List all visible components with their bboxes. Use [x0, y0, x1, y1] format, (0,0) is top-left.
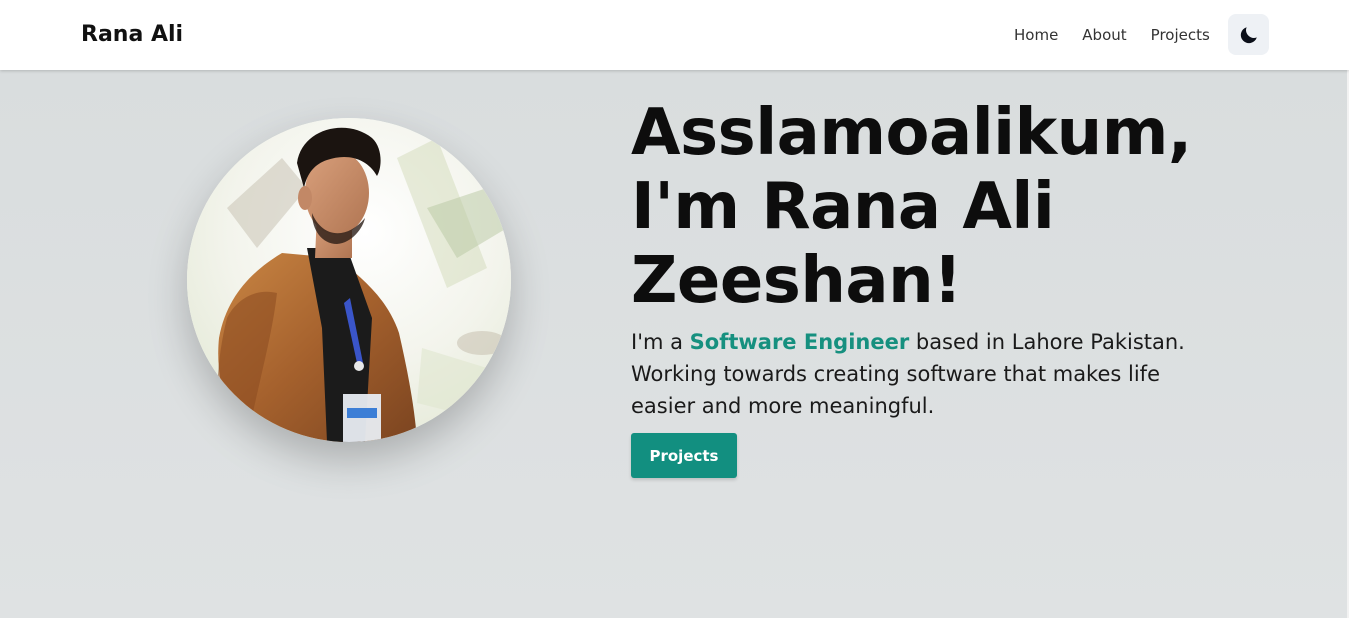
hero-intro: I'm a Software Engineer based in Lahore …	[631, 326, 1191, 422]
theme-toggle-button[interactable]	[1228, 14, 1269, 55]
hero-heading-line-3: Zeeshan!	[631, 244, 962, 318]
navbar: Rana Ali Home About Projects	[0, 0, 1349, 70]
intro-prefix: I'm a	[631, 330, 690, 354]
hero-heading-line-1: Asslamoalikum,	[631, 96, 1192, 170]
brand-logo[interactable]: Rana Ali	[81, 21, 183, 49]
nav-links: Home About Projects	[1014, 25, 1210, 45]
hero-heading-line-2: I'm Rana Ali	[631, 170, 1055, 244]
intro-highlight: Software Engineer	[689, 330, 910, 354]
profile-photo	[187, 118, 511, 442]
nav-link-home[interactable]: Home	[1014, 25, 1058, 45]
hero-heading: Asslamoalikum, I'm Rana Ali Zeeshan!	[631, 96, 1231, 318]
moon-icon	[1240, 26, 1257, 43]
nav-link-projects[interactable]: Projects	[1151, 25, 1210, 45]
profile-avatar	[187, 118, 511, 442]
projects-button[interactable]: Projects	[631, 433, 737, 478]
nav-link-about[interactable]: About	[1082, 25, 1126, 45]
